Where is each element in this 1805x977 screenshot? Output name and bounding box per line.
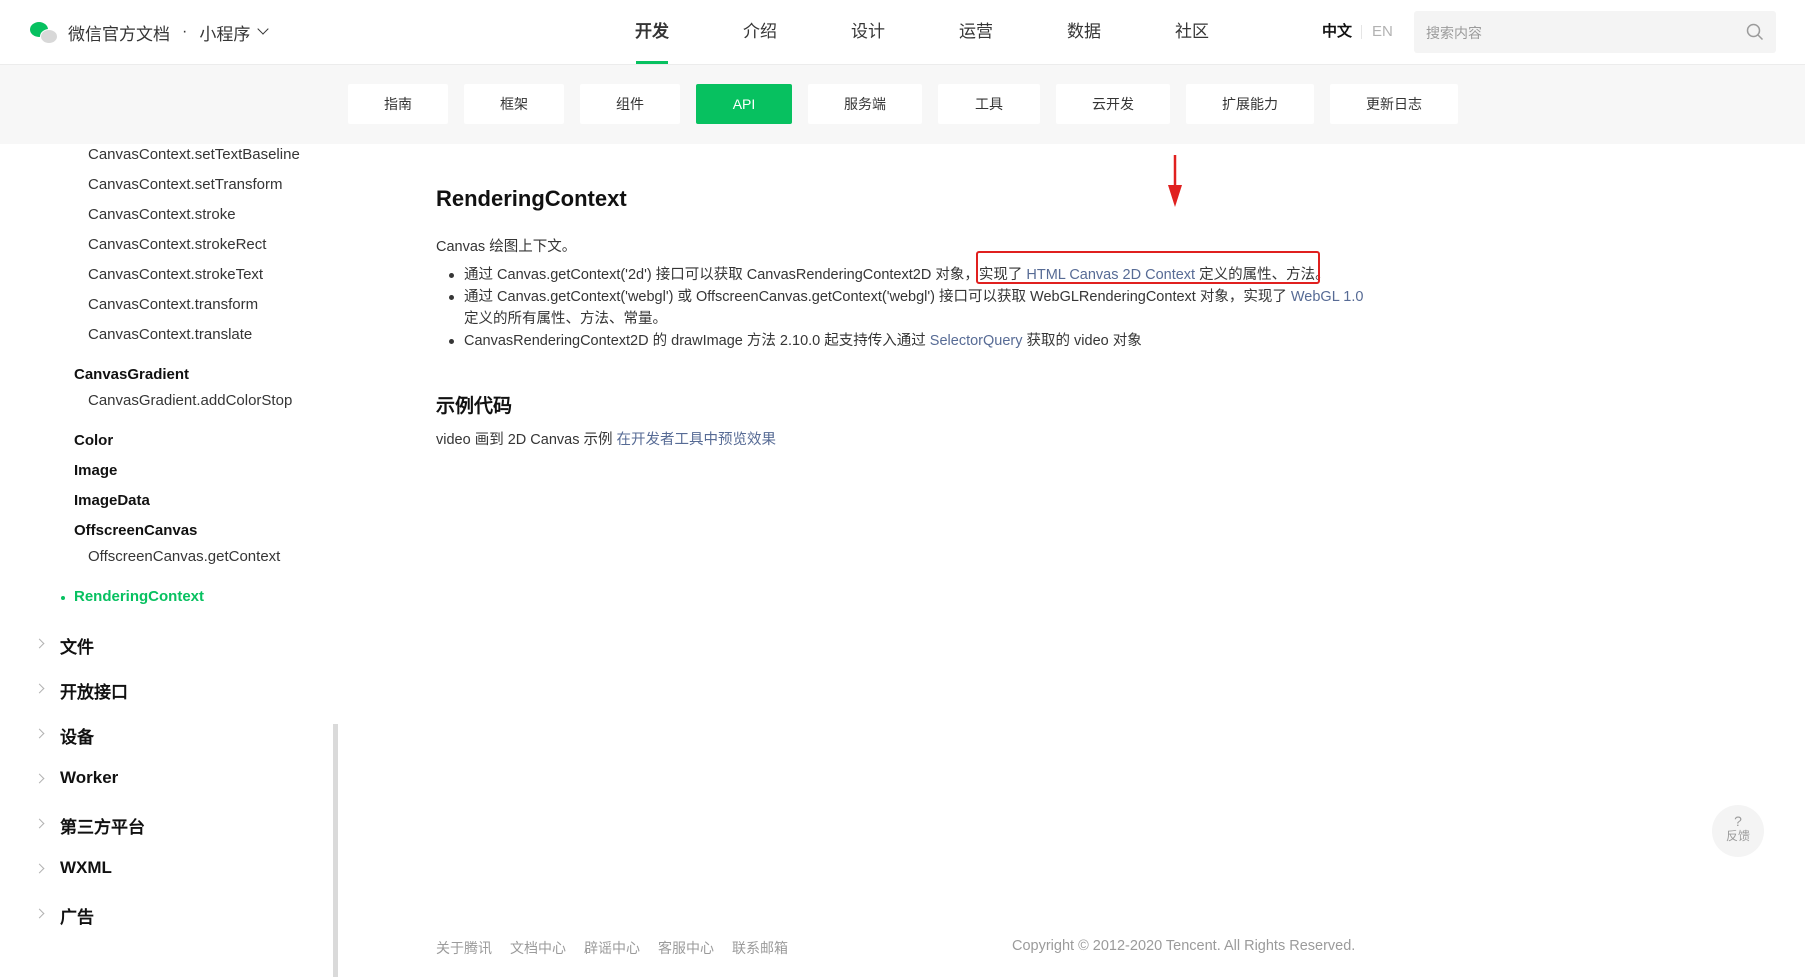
chevron-down-icon[interactable] [257, 23, 269, 35]
lang-divider [1361, 25, 1362, 39]
chevron-right-icon[interactable] [34, 818, 45, 829]
preview-in-devtools-link[interactable]: 在开发者工具中预览效果 [617, 432, 777, 448]
page-description: Canvas 绘图上下文。 [436, 239, 577, 255]
brand-title[interactable]: 微信官方文档 [68, 20, 170, 45]
example-text: video 画到 2D Canvas 示例 在开发者工具中预览效果 [436, 428, 776, 449]
tab-cloud[interactable]: 云开发 [1056, 84, 1170, 124]
sidebar-group-color[interactable]: Color [74, 432, 113, 449]
tab-tools[interactable]: 工具 [938, 84, 1040, 124]
list-item: 通过 Canvas.getContext('webgl') 或 Offscree… [436, 286, 1366, 330]
wechat-logo-icon [30, 20, 58, 44]
example-heading: 示例代码 [436, 396, 513, 417]
bullet-text: CanvasRenderingContext2D 的 drawImage 方法 … [464, 333, 930, 349]
lang-zh[interactable]: 中文 [1322, 0, 1352, 64]
sidebar-section-file[interactable]: 文件 [60, 633, 94, 658]
selectorquery-link[interactable]: SelectorQuery [930, 333, 1023, 349]
tab-guide[interactable]: 指南 [348, 84, 448, 124]
search-icon[interactable] [1746, 23, 1764, 41]
nav-intro[interactable]: 介绍 [706, 0, 814, 64]
feedback-label: 反馈 [1725, 829, 1750, 843]
sidebar-item-stroke[interactable]: CanvasContext.stroke [88, 206, 236, 223]
top-header: 微信官方文档 · 小程序 开发 介绍 设计 运营 数据 社区 中文 EN [0, 0, 1805, 65]
footer-link-support[interactable]: 客服中心 [658, 938, 714, 958]
sidebar-item-addcolorstop[interactable]: CanvasGradient.addColorStop [88, 392, 292, 409]
footer-link-about[interactable]: 关于腾讯 [436, 938, 492, 958]
tab-framework[interactable]: 框架 [464, 84, 564, 124]
bullet-text: 通过 Canvas.getContext('2d') 接口可以获取 Canvas… [464, 267, 979, 283]
copyright: Copyright © 2012-2020 Tencent. All Right… [1012, 938, 1356, 954]
sidebar-item-settextbaseline[interactable]: CanvasContext.setTextBaseline [88, 146, 300, 163]
nav-design[interactable]: 设计 [814, 0, 922, 64]
product-switcher[interactable]: 小程序 [199, 20, 250, 45]
nav-operation[interactable]: 运营 [922, 0, 1030, 64]
tab-server[interactable]: 服务端 [808, 84, 922, 124]
brand-separator: · [182, 23, 188, 40]
webgl-link[interactable]: WebGL 1.0 [1291, 289, 1364, 305]
footer-link-rumor[interactable]: 辟谣中心 [584, 938, 640, 958]
active-indicator-dot [61, 596, 65, 600]
sidebar-section-third-party[interactable]: 第三方平台 [60, 813, 145, 838]
nav-data[interactable]: 数据 [1030, 0, 1138, 64]
sidebar-item-strokerect[interactable]: CanvasContext.strokeRect [88, 236, 266, 253]
sidebar-section-ads[interactable]: 广告 [60, 903, 94, 928]
red-arrow-icon [1168, 155, 1182, 207]
sidebar-item-transform[interactable]: CanvasContext.transform [88, 296, 258, 313]
tab-api[interactable]: API [696, 84, 792, 124]
tab-components[interactable]: 组件 [580, 84, 680, 124]
sidebar-section-device[interactable]: 设备 [60, 723, 94, 748]
brand[interactable]: 微信官方文档 · 小程序 [30, 18, 269, 46]
page-title: RenderingContext [436, 186, 627, 211]
search-input[interactable] [1424, 11, 1728, 55]
chevron-right-icon[interactable] [34, 863, 45, 874]
sidebar-group-canvasgradient[interactable]: CanvasGradient [74, 366, 189, 383]
lang-en[interactable]: EN [1372, 0, 1393, 64]
bullet-text: 定义的所有属性、方法、常量。 [464, 311, 667, 327]
footer-link-docs[interactable]: 文档中心 [510, 938, 566, 958]
sidebar: CanvasContext.setTextBaseline CanvasCont… [0, 144, 333, 977]
chevron-right-icon[interactable] [34, 908, 45, 919]
tab-extensions[interactable]: 扩展能力 [1186, 84, 1314, 124]
sub-nav: 指南 框架 组件 API 服务端 工具 云开发 扩展能力 更新日志 [0, 65, 1805, 144]
search-box [1414, 11, 1776, 55]
chevron-right-icon[interactable] [34, 683, 45, 694]
list-item: CanvasRenderingContext2D 的 drawImage 方法 … [436, 330, 1366, 352]
sidebar-section-wxml[interactable]: WXML [60, 858, 112, 878]
tab-changelog[interactable]: 更新日志 [1330, 84, 1458, 124]
highlight-box [976, 251, 1320, 284]
footer-link-email[interactable]: 联系邮箱 [732, 938, 788, 958]
chevron-right-icon[interactable] [34, 773, 45, 784]
main-nav: 开发 介绍 设计 运营 数据 社区 [598, 0, 1246, 64]
nav-develop[interactable]: 开发 [598, 0, 706, 64]
sidebar-section-open-api[interactable]: 开放接口 [60, 678, 128, 703]
sidebar-group-renderingcontext[interactable]: RenderingContext [74, 588, 204, 605]
sidebar-item-translate[interactable]: CanvasContext.translate [88, 326, 252, 343]
footer-links: 关于腾讯 文档中心 辟谣中心 客服中心 联系邮箱 [436, 938, 806, 958]
chevron-right-icon[interactable] [34, 728, 45, 739]
sidebar-group-imagedata[interactable]: ImageData [74, 492, 150, 509]
sidebar-item-stroketext[interactable]: CanvasContext.strokeText [88, 266, 263, 283]
nav-community[interactable]: 社区 [1138, 0, 1246, 64]
bullet-text: 获取的 video 对象 [1022, 333, 1142, 349]
sidebar-scrollbar[interactable] [333, 724, 338, 977]
question-icon: ? [1734, 813, 1742, 829]
sidebar-item-settransform[interactable]: CanvasContext.setTransform [88, 176, 283, 193]
sidebar-item-offscreen-getcontext[interactable]: OffscreenCanvas.getContext [88, 548, 280, 565]
sidebar-group-image[interactable]: Image [74, 462, 117, 479]
feedback-button[interactable]: ? 反馈 [1712, 805, 1764, 857]
chevron-right-icon[interactable] [34, 638, 45, 649]
sidebar-group-offscreencanvas[interactable]: OffscreenCanvas [74, 522, 197, 539]
bullet-text: 通过 Canvas.getContext('webgl') 或 Offscree… [464, 289, 1291, 305]
sidebar-section-worker[interactable]: Worker [60, 768, 118, 788]
example-label: video 画到 2D Canvas 示例 [436, 432, 617, 448]
